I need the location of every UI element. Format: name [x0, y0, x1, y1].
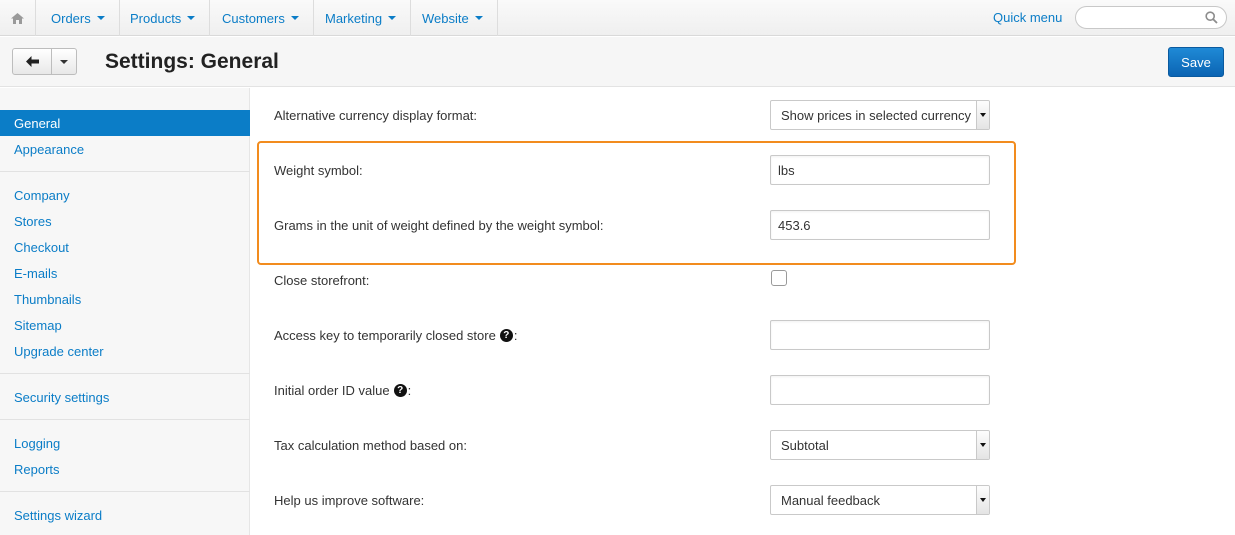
chevron-down-icon: [96, 16, 105, 20]
chevron-down-icon: [388, 16, 397, 20]
sidebar-item-checkout[interactable]: Checkout: [0, 234, 250, 260]
home-icon: [11, 12, 24, 24]
access-key-input[interactable]: [770, 320, 990, 350]
page-header: Settings: General Save: [0, 37, 1235, 87]
help-improve-select[interactable]: Manual feedback: [770, 485, 990, 515]
sidebar-item-sitemap[interactable]: Sitemap: [0, 312, 250, 338]
nav-products[interactable]: Products: [116, 0, 211, 36]
chevron-down-icon: [60, 59, 68, 64]
sidebar-item-thumbnails[interactable]: Thumbnails: [0, 286, 250, 312]
chevron-down-icon: [976, 431, 989, 459]
arrow-left-icon: [25, 56, 39, 67]
save-button[interactable]: Save: [1168, 47, 1224, 77]
back-button[interactable]: [12, 48, 52, 75]
search-icon[interactable]: [1205, 11, 1218, 24]
weight-symbol-label: Weight symbol:: [274, 163, 363, 178]
close-storefront-label: Close storefront:: [274, 273, 370, 288]
initial-order-id-suffix: :: [407, 383, 412, 398]
sidebar-item-appearance[interactable]: Appearance: [0, 136, 250, 162]
chevron-down-icon: [474, 16, 483, 20]
sidebar-item-logging[interactable]: Logging: [0, 430, 250, 456]
sidebar-item-general[interactable]: General: [0, 110, 250, 136]
chevron-down-icon: [976, 101, 989, 129]
initial-order-id-label: Initial order ID value: [274, 383, 390, 398]
sidebar-item-security-settings[interactable]: Security settings: [0, 384, 250, 410]
sidebar-divider: [0, 373, 250, 374]
alt-currency-label: Alternative currency display format:: [274, 108, 478, 123]
sidebar-divider: [0, 491, 250, 492]
grams-unit-label: Grams in the unit of weight defined by t…: [274, 218, 604, 233]
nav-orders-label: Orders: [51, 10, 91, 26]
sidebar-divider: [0, 419, 250, 420]
quick-menu-link[interactable]: Quick menu: [993, 10, 1062, 25]
home-button[interactable]: [0, 0, 36, 36]
nav-website-label: Website: [422, 10, 469, 26]
nav-website[interactable]: Website: [408, 0, 498, 36]
page-title: Settings: General: [105, 50, 279, 73]
grams-unit-input[interactable]: 453.6: [770, 210, 990, 240]
nav-orders[interactable]: Orders: [37, 0, 120, 36]
search-box: [1075, 6, 1227, 29]
help-improve-label: Help us improve software:: [274, 493, 425, 508]
chevron-down-icon: [976, 486, 989, 514]
nav-customers[interactable]: Customers: [208, 0, 314, 36]
alt-currency-select[interactable]: Show prices in selected currency: [770, 100, 990, 130]
help-icon[interactable]: ?: [499, 329, 513, 342]
sidebar-divider: [0, 171, 250, 172]
top-navigation: Orders Products Customers Marketing Webs…: [0, 0, 1235, 36]
sidebar: General Appearance Company Stores Checko…: [0, 88, 250, 535]
sidebar-item-stores[interactable]: Stores: [0, 208, 250, 234]
initial-order-id-label-row: Initial order ID value ? :: [274, 383, 411, 398]
tax-method-value: Subtotal: [781, 438, 829, 453]
access-key-label: Access key to temporarily closed store: [274, 328, 496, 343]
chevron-down-icon: [290, 16, 299, 20]
chevron-down-icon: [187, 16, 196, 20]
sidebar-item-reports[interactable]: Reports: [0, 456, 250, 482]
search-input[interactable]: [1086, 7, 1206, 27]
access-key-suffix: :: [513, 328, 518, 343]
sidebar-item-company[interactable]: Company: [0, 182, 250, 208]
alt-currency-value: Show prices in selected currency: [781, 108, 972, 123]
nav-marketing-label: Marketing: [325, 10, 383, 26]
weight-symbol-input[interactable]: lbs: [770, 155, 990, 185]
sidebar-item-upgrade-center[interactable]: Upgrade center: [0, 338, 250, 364]
tax-method-label: Tax calculation method based on:: [274, 438, 467, 453]
nav-products-label: Products: [130, 10, 182, 26]
tax-method-select[interactable]: Subtotal: [770, 430, 990, 460]
help-improve-value: Manual feedback: [781, 493, 881, 508]
nav-marketing[interactable]: Marketing: [311, 0, 412, 36]
back-dropdown-button[interactable]: [51, 48, 77, 75]
close-storefront-checkbox[interactable]: [771, 270, 787, 286]
help-icon[interactable]: ?: [393, 384, 407, 397]
sidebar-item-settings-wizard[interactable]: Settings wizard: [0, 502, 250, 528]
nav-customers-label: Customers: [222, 10, 285, 26]
access-key-label-row: Access key to temporarily closed store ?…: [274, 328, 517, 343]
sidebar-item-emails[interactable]: E-mails: [0, 260, 250, 286]
initial-order-id-input[interactable]: [770, 375, 990, 405]
